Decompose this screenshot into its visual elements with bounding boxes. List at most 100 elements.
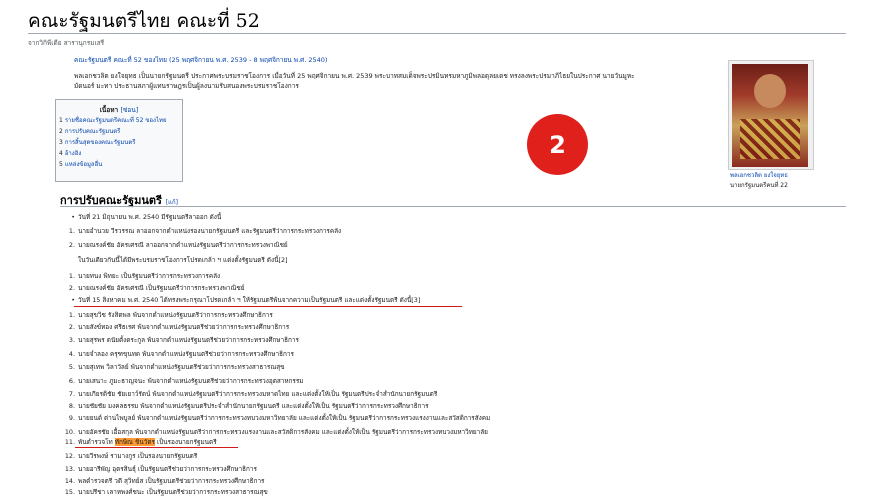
toc-item-number: 1 [59, 117, 63, 124]
list-item: 3. นายสุรพร ดนัยตั้งตระกูล พ้นจากตำแหน่งร… [59, 336, 299, 345]
toc-item-number: 4 [59, 150, 63, 157]
list-item-text: นายสุรพร ดนัยตั้งตระกูล พ้นจากตำแหน่งรัฐ… [78, 336, 299, 344]
toc-item-label[interactable]: แหล่งข้อมูลอื่น [65, 161, 102, 168]
list-marker: 2. [68, 323, 75, 331]
step-number-badge: 2 [527, 114, 588, 175]
toc-item[interactable]: 2 การปรับคณะรัฐมนตรี [56, 126, 182, 137]
list-item: 1. นายสุขวิช รังสิตพล พ้นจากตำแหน่งรัฐมนต… [59, 311, 273, 320]
section-edit-link[interactable]: [แก้] [166, 199, 178, 206]
portrait-face [754, 74, 786, 108]
list-marker: 1. [68, 227, 75, 235]
list-item: 5. นายสุเทพ วิลาวัลย์ พ้นจากตำแหน่งรัฐมนต… [59, 363, 285, 372]
list-item-text: นายสุเทพ วิลาวัลย์ พ้นจากตำแหน่งรัฐมนตรี… [78, 363, 285, 371]
list-item: 1. นายทนง พิทยะ เป็นรัฐมนตรีว่าการกระทรวง… [59, 272, 220, 281]
bullet-item: • วันที่ 21 มิถุนายน พ.ศ. 2540 มีรัฐมนตรี… [59, 213, 221, 222]
list-item-text: นายสังข์ทอง ศรีธเรศ พ้นจากตำแหน่งรัฐมนตร… [78, 323, 290, 331]
toc-item-label[interactable]: รายชื่อคณะรัฐมนตรีคณะที่ 52 ของไทย [65, 117, 167, 124]
list-marker: 5. [68, 363, 75, 371]
bullet-item: • วันที่ 15 สิงหาคม พ.ศ. 2540 ได้ทรงพระกร… [59, 296, 420, 305]
from-wikipedia-note: จากวิกิพีเดีย สารานุกรมเสรี [28, 39, 105, 47]
list-item: 7. นายเกียรติชัย ชัยเยาว์รัตน์ พ้นจากตำแห… [59, 390, 437, 399]
portrait-uniform [740, 119, 800, 159]
toc-list: 1 รายชื่อคณะรัฐมนตรีคณะที่ 52 ของไทย 2 การป… [56, 115, 182, 170]
list-marker: 9. [68, 414, 75, 422]
page-title: คณะรัฐมนตรีไทย คณะที่ 52 [28, 10, 260, 32]
annotation-underline-thaksin [75, 447, 238, 448]
toc-hide-link[interactable]: [ซ่อน] [120, 106, 138, 114]
list-item: 10. นายอัครชัย เอื้อสกุล พ้นจากตำแหน่งรัฐ… [59, 428, 488, 437]
toc-item-label[interactable]: อ้างอิง [65, 150, 81, 157]
toc-item-number: 5 [59, 161, 63, 168]
toc-item-label[interactable]: การปรับคณะรัฐมนตรี [65, 128, 121, 135]
list-item-text: นายวีรพงษ์ รามางกูร เป็นรองนายกรัฐมนตรี [78, 452, 198, 460]
list-marker: 1. [68, 272, 75, 280]
list-marker: • [71, 296, 75, 304]
toc-item[interactable]: 3 การสิ้นสุดของคณะรัฐมนตรี [56, 137, 182, 148]
list-item: ในวันเดียวกันนี้ได้มีพระบรมราชโองการโปรด… [78, 256, 288, 265]
list-item: 12. นายวีรพงษ์ รามางกูร เป็นรองนายกรัฐมนต… [59, 452, 197, 461]
list-marker: 7. [68, 390, 75, 398]
list-item-text: นายยนต์ ต่านไพบูลย์ พ้นจากตำแหน่งรัฐมนตร… [78, 414, 491, 422]
list-marker: 3. [68, 336, 75, 344]
list-item-text: ในวันเดียวกันนี้ได้มีพระบรมราชโองการโปรด… [78, 256, 288, 264]
list-item-text: นายจำลอง ครุฑขุนทด พ้นจากตำแหน่งรัฐมนตรี… [78, 350, 294, 358]
list-item: 9. นายยนต์ ต่านไพบูลย์ พ้นจากตำแหน่งรัฐมน… [59, 414, 490, 423]
list-item: 2. นายณรงค์ชัย อัครเศรณี เป็นรัฐมนตรีว่าก… [59, 284, 245, 293]
toc-item[interactable]: 4 อ้างอิง [56, 148, 182, 159]
list-item-text: นายณรงค์ชัย อัครเศรณี ลาออกจากตำแหน่งรัฐ… [78, 241, 288, 249]
list-marker: 12. [64, 452, 75, 460]
list-item: 14. พลตำรวจตรี วดี สุวิทย์ส เป็นรัฐมนตรีช… [59, 477, 265, 486]
list-item: 8. นายชัยชัย มงคลธรรม พ้นจากตำแหน่งรัฐมนต… [59, 402, 429, 411]
list-marker: 14. [64, 477, 75, 485]
list-item-text: นายอัครชัย เอื้อสกุล พ้นจากตำแหน่งรัฐมนต… [78, 428, 488, 436]
list-item-text: วันที่ 21 มิถุนายน พ.ศ. 2540 มีรัฐมนตรีล… [78, 213, 222, 221]
list-item: 4. นายจำลอง ครุฑขุนทด พ้นจากตำแหน่งรัฐมนต… [59, 350, 294, 359]
highlighted-name[interactable]: ทักษิณ ชินวัตร [114, 438, 155, 446]
list-item-text: นายเกียรติชัย ชัยเยาว์รัตน์ พ้นจากตำแหน่… [78, 390, 438, 398]
list-marker: 13. [64, 465, 75, 473]
annotation-underline-aug15 [74, 306, 462, 307]
list-item-text: นายอารีพัญ อุตรสินธุ์ เป็นรัฐมนตรีช่วยว่… [78, 465, 257, 473]
list-item-text: นายอำนวย วีรวรรณ ลาออกจากตำแหน่งรองนายกร… [78, 227, 342, 235]
list-marker: 2. [68, 241, 75, 249]
section-divider [60, 206, 846, 207]
list-marker: 10. [64, 428, 75, 436]
toc-item-number: 3 [59, 139, 63, 146]
infobox-subcaption: นายกรัฐมนตรีคนที่ 22 [730, 182, 788, 189]
list-item: 6. นายเสนาะ ภูมะธาญจนะ พ้นจากตำแหน่งรัฐมน… [59, 377, 304, 386]
list-marker: • [71, 213, 75, 221]
title-divider [28, 33, 846, 34]
list-marker: 8. [68, 402, 75, 410]
toc-header: เนื้อหา [ซ่อน] [56, 105, 182, 115]
toc-item-number: 2 [59, 128, 63, 135]
list-item: 15. นายปรีชา เลาหพงศ์ชนะ เป็นรัฐมนตรีช่วย… [59, 488, 268, 497]
intro-paragraph-2: พลเอกชวลิต ยงใจยุทธ เป็นนายกรัฐมนตรี ประ… [74, 72, 635, 80]
list-marker: 15. [64, 488, 75, 496]
infobox-portrait [728, 60, 814, 170]
intro-paragraph-1: คณะรัฐมนตรี คณะที่ 52 ของไทย (25 พฤศจิกา… [74, 56, 328, 64]
list-item: 11. พันตำรวจโท ทักษิณ ชินวัตร เป็นรองนายก… [59, 438, 217, 447]
list-item-text: นายสุขวิช รังสิตพล พ้นจากตำแหน่งรัฐมนตรี… [78, 311, 273, 319]
portrait-image[interactable] [732, 64, 808, 167]
list-item-text: นายณรงค์ชัย อัครเศรณี เป็นรัฐมนตรีว่าการ… [78, 284, 245, 292]
infobox-caption[interactable]: พลเอกชวลิต ยงใจยุทธ [730, 170, 788, 180]
intro-paragraph-2-cont: มัดนอร์ มะทา ประธานสภาผู้แทนราษฎรเป็นผู้… [74, 82, 299, 90]
list-item: 13. นายอารีพัญ อุตรสินธุ์ เป็นรัฐมนตรีช่ว… [59, 465, 257, 474]
list-item-text: นายเสนาะ ภูมะธาญจนะ พ้นจากตำแหน่งรัฐมนตร… [78, 377, 304, 385]
list-item-text: เป็นรองนายกรัฐมนตรี [154, 438, 217, 446]
list-item: 2. นายณรงค์ชัย อัครเศรณี ลาออกจากตำแหน่งร… [59, 241, 288, 250]
list-item-text: พันตำรวจโท [78, 438, 115, 446]
toc-item[interactable]: 1 รายชื่อคณะรัฐมนตรีคณะที่ 52 ของไทย [56, 115, 182, 126]
table-of-contents: เนื้อหา [ซ่อน] 1 รายชื่อคณะรัฐมนตรีคณะที่… [55, 99, 183, 182]
list-item: 2. นายสังข์ทอง ศรีธเรศ พ้นจากตำแหน่งรัฐมน… [59, 323, 289, 332]
list-marker: 1. [68, 311, 75, 319]
toc-item-label[interactable]: การสิ้นสุดของคณะรัฐมนตรี [65, 139, 136, 146]
list-item-text: พลตำรวจตรี วดี สุวิทย์ส เป็นรัฐมนตรีช่วย… [78, 477, 265, 485]
toc-item[interactable]: 5 แหล่งข้อมูลอื่น [56, 159, 182, 170]
list-item-text: นายชัยชัย มงคลธรรม พ้นจากตำแหน่งรัฐมนตรี… [78, 402, 429, 410]
list-item-text: นายทนง พิทยะ เป็นรัฐมนตรีว่าการกระทรวงกา… [78, 272, 221, 280]
list-item: 1. นายอำนวย วีรวรรณ ลาออกจากตำแหน่งรองนาย… [59, 227, 341, 236]
list-marker: 2. [68, 284, 75, 292]
toc-title: เนื้อหา [99, 106, 119, 114]
list-item-text: นายปรีชา เลาหพงศ์ชนะ เป็นรัฐมนตรีช่วยว่า… [78, 488, 268, 496]
